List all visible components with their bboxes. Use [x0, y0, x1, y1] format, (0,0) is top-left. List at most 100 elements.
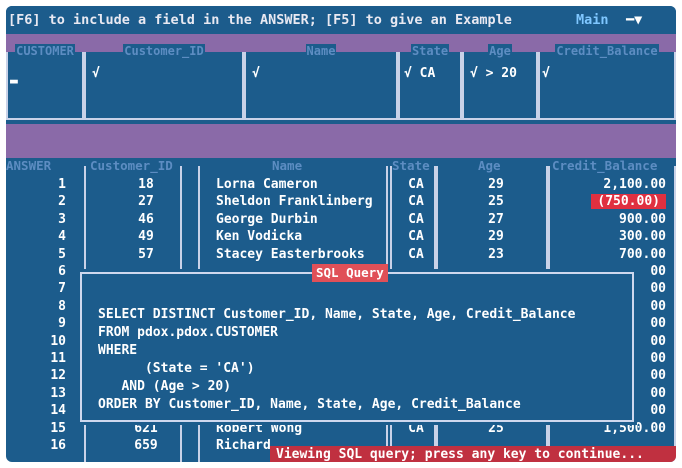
- cell-value: 00: [650, 403, 666, 419]
- cell-state: CA: [396, 420, 436, 437]
- cell-value: 00: [650, 368, 666, 384]
- cell-value: 25: [488, 420, 504, 436]
- cell-n: 6: [6, 263, 66, 280]
- cell-state: CA: [396, 176, 436, 193]
- paradox-screen: [F6] to include a field in the ANSWER; […: [6, 6, 676, 462]
- function-key-hint: [F6] to include a field in the ANSWER; […: [8, 12, 512, 28]
- column-header-credit-balance: Credit_Balance: [552, 158, 658, 173]
- query-table-column[interactable]: CUSTOMER ▬: [6, 44, 84, 120]
- cell-value: 300.00: [619, 229, 666, 245]
- cell-age: 29: [446, 176, 546, 193]
- cell-age: 23: [446, 246, 546, 263]
- cell-state: CA: [396, 211, 436, 228]
- table-row[interactable]: 1 18 Lorna Cameron CA 29 2,100.00: [6, 176, 676, 193]
- check-mark[interactable]: √ > 20: [470, 66, 517, 81]
- cell-value: Stacey Easterbrooks: [216, 246, 365, 262]
- cell-n: 3: [6, 211, 66, 228]
- query-field-name[interactable]: Name √: [244, 44, 398, 120]
- cell-value: 10: [50, 333, 66, 349]
- cell-name: George Durbin: [216, 211, 416, 228]
- table-row[interactable]: 4 49 Ken Vodicka CA 29 300.00: [6, 228, 676, 245]
- table-row[interactable]: 15 621 Robert Wong CA 25 1,500.00: [6, 420, 676, 437]
- cell-value: Sheldon Franklinberg: [216, 194, 373, 210]
- cell-value: 15: [50, 420, 66, 436]
- cell-value: 2,100.00: [603, 177, 666, 192]
- cell-value: 29: [488, 229, 504, 245]
- cell-id: 27: [94, 193, 198, 210]
- table-row[interactable]: 2 27 Sheldon Franklinberg CA 25 (750.00): [6, 193, 676, 210]
- cell-age: 25: [446, 420, 546, 437]
- cell-value: Richard: [216, 438, 271, 453]
- cell-n: 5: [6, 246, 66, 263]
- cell-value: CA: [408, 194, 424, 210]
- check-mark[interactable]: √: [252, 66, 260, 81]
- cell-value: 27: [138, 194, 154, 210]
- cell-value: Lorna Cameron: [216, 177, 318, 192]
- cell-value: 25: [488, 194, 504, 210]
- cell-credit: 2,100.00: [552, 176, 666, 193]
- query-field-customer-id[interactable]: Customer_ID √: [84, 44, 244, 120]
- cell-n: 14: [6, 402, 66, 419]
- answer-table-label: ANSWER: [6, 158, 52, 173]
- cell-value: Robert Wong: [216, 420, 303, 436]
- cell-credit: 300.00: [552, 228, 666, 245]
- query-field-state[interactable]: State √ CA: [398, 44, 462, 120]
- cell-value: 00: [650, 316, 666, 332]
- cell-id: 49: [94, 228, 198, 245]
- cell-value: 659: [134, 438, 158, 453]
- sql-text: SELECT DISTINCT Customer_ID, Name, State…: [98, 307, 576, 412]
- sql-query-dialog: SQL Query SELECT DISTINCT Customer_ID, N…: [77, 264, 637, 425]
- table-row[interactable]: 5 57 Stacey Easterbrooks CA 23 700.00: [6, 246, 676, 263]
- query-form: CUSTOMER ▬ Customer_ID √ Name √ State √ …: [6, 44, 676, 124]
- table-row[interactable]: 3 46 George Durbin CA 27 900.00: [6, 211, 676, 228]
- cell-value: 7: [58, 281, 66, 297]
- check-mark[interactable]: √ CA: [404, 66, 435, 81]
- cell-value: 57: [138, 246, 154, 262]
- cell-value: 29: [488, 177, 504, 192]
- cell-n: 2: [6, 193, 66, 210]
- cell-value: CA: [408, 211, 424, 227]
- cell-n: 11: [6, 350, 66, 367]
- query-table-label: CUSTOMER: [15, 44, 75, 58]
- cell-value: 00: [650, 264, 666, 279]
- column-header-state: State: [392, 158, 430, 173]
- column-header-customer-id: Customer_ID: [90, 158, 173, 173]
- cell-value: 8: [58, 298, 66, 314]
- cell-value: CA: [408, 229, 424, 245]
- cell-id: 57: [94, 246, 198, 263]
- cell-value: 12: [50, 368, 66, 384]
- cell-value: 27: [488, 211, 504, 227]
- cell-state: CA: [396, 246, 436, 263]
- cell-name: Ken Vodicka: [216, 228, 416, 245]
- cell-id: 46: [94, 211, 198, 228]
- cell-state: CA: [396, 193, 436, 210]
- cell-n: 15: [6, 420, 66, 437]
- cell-age: 25: [446, 193, 546, 210]
- status-message: Viewing SQL query; press any key to cont…: [270, 446, 676, 462]
- cell-id: 18: [94, 176, 198, 193]
- cell-n: 10: [6, 333, 66, 350]
- cell-age: 27: [446, 211, 546, 228]
- mode-indicator[interactable]: Main: [576, 6, 609, 34]
- cell-value: 16: [50, 438, 66, 453]
- cell-value: 1,500.00: [603, 420, 666, 436]
- cell-value: 621: [134, 420, 158, 436]
- query-field-age[interactable]: Age √ > 20: [462, 44, 538, 120]
- check-mark[interactable]: √: [92, 66, 100, 81]
- cell-value: CA: [408, 420, 424, 436]
- cell-value: 5: [58, 246, 66, 262]
- cell-value: 00: [650, 351, 666, 366]
- divider-band-middle: [6, 124, 676, 158]
- cell-value: 00: [650, 298, 666, 314]
- cell-value: George Durbin: [216, 211, 318, 227]
- cell-age: 29: [446, 228, 546, 245]
- menu-arrow-icon[interactable]: ━▼: [626, 6, 642, 34]
- cell-n: 12: [6, 367, 66, 384]
- cell-n: 13: [6, 385, 66, 402]
- cell-n: 9: [6, 315, 66, 332]
- query-field-credit-balance[interactable]: Credit_Balance √: [538, 44, 676, 120]
- cell-value: 900.00: [619, 211, 666, 227]
- cell-credit: 900.00: [552, 211, 666, 228]
- check-mark[interactable]: √: [542, 66, 550, 81]
- cell-value: 46: [138, 211, 154, 227]
